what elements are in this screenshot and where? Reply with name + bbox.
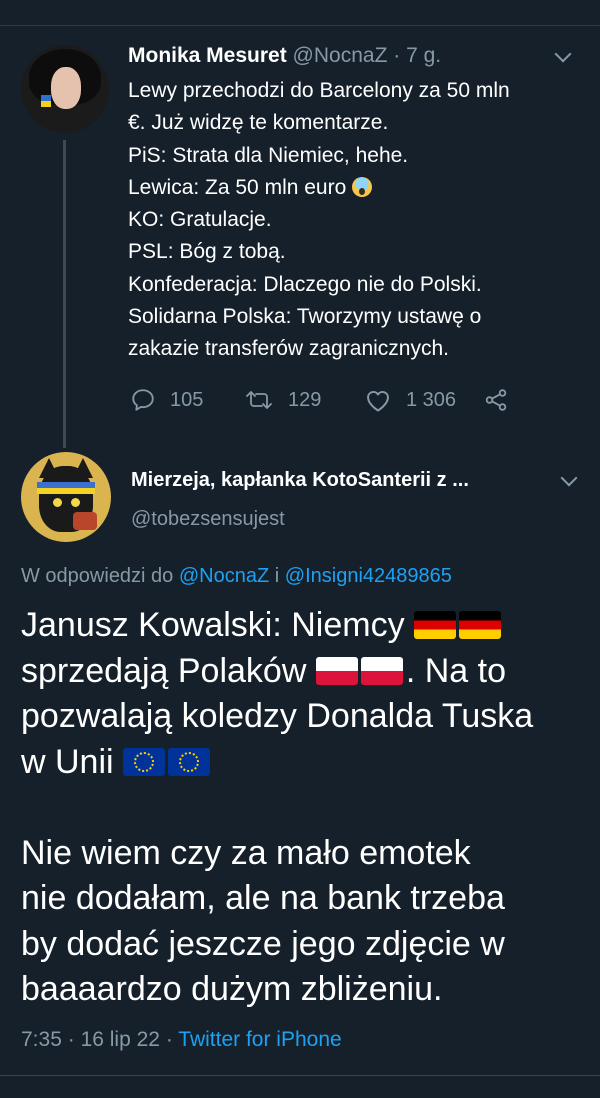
- poland-flag-icon: [315, 656, 358, 685]
- tweet2-menu-chevron-down-icon[interactable]: [560, 469, 578, 487]
- tweet2-line: Nie wiem czy za mało emotek: [21, 833, 471, 872]
- tweet2-author-handle[interactable]: @tobezsensujest: [131, 508, 285, 531]
- tweet2-line: nie dodałam, ale na bank trzeba: [21, 879, 505, 917]
- share-icon: [485, 389, 507, 411]
- tweet1-line: Konfederacja: Dlaczego nie do Polski.: [128, 272, 482, 296]
- tweet1-author-handle[interactable]: @NocnaZ: [293, 44, 388, 67]
- reply-count: 105: [170, 388, 204, 411]
- tweet1-separator: ·: [393, 44, 401, 67]
- tweet2-text: Janusz Kowalski: Niemcy sprzedają Polakó…: [21, 603, 591, 1013]
- eu-flag-icon: [168, 747, 211, 776]
- screaming-face-emoji-icon: [352, 176, 373, 197]
- ukraine-flag-icon-lower: [41, 101, 51, 107]
- cat-eye: [53, 498, 62, 507]
- avatar-face: [51, 67, 81, 109]
- tweet1-line: PiS: Strata dla Niemiec, hehe.: [128, 143, 409, 167]
- top-divider: [0, 25, 600, 26]
- tweet1-action-bar: 105 129 1 306: [128, 383, 548, 417]
- tweet2-line: pozwalają koledzy Donalda Tuska: [21, 697, 534, 735]
- tweet2-metadata: 7:35 · 16 lip 22 · Twitter for iPhone: [21, 1028, 342, 1052]
- like-count: 1 306: [406, 388, 457, 411]
- retweet-count: 129: [288, 388, 322, 411]
- tweet2-line: w Unii: [21, 740, 591, 786]
- tweet2-line: Janusz Kowalski: Niemcy: [21, 603, 591, 649]
- retweet-icon: [246, 391, 272, 409]
- germany-flag-icon: [414, 611, 457, 639]
- tweet1-line: Lewy przechodzi do Barcelony za 50 mln: [128, 79, 510, 102]
- mention-link[interactable]: @Insigni42489865: [285, 565, 452, 587]
- germany-flag-icon: [459, 611, 502, 639]
- tweet2-line-text: sprzedają Polaków: [21, 651, 307, 690]
- avatar-mierzeja[interactable]: [21, 452, 111, 542]
- tweet1-text: Lewy przechodzi do Barcelony za 50 mln €…: [128, 75, 588, 366]
- cat-weapon-icon: [73, 512, 97, 530]
- meta-separator: ·: [67, 1028, 75, 1051]
- replying-to: W odpowiedzi do @NocnaZ i @Insigni424898…: [21, 565, 452, 588]
- retweet-button[interactable]: 129: [244, 383, 321, 417]
- tweet2-line: by dodać jeszcze jego zdjęcie w: [21, 924, 505, 963]
- tweet1-line: PSL: Bóg z tobą.: [128, 240, 286, 264]
- tweet2-time[interactable]: 7:35: [21, 1028, 62, 1051]
- tweet1-line: Lewica: Za 50 mln euro: [128, 175, 347, 199]
- tweet2-line: baaaardzo dużym zbliżeniu.: [21, 970, 443, 1008]
- tweet2-author-name[interactable]: Mierzeja, kapłanka KotoSanterii z ...: [131, 469, 469, 492]
- tweet2-date[interactable]: 16 lip 22: [81, 1028, 160, 1051]
- tweet1-timestamp[interactable]: 7 g.: [406, 44, 441, 67]
- reply-icon: [132, 389, 154, 411]
- mention-link[interactable]: @NocnaZ: [179, 565, 269, 587]
- like-button[interactable]: 1 306: [364, 383, 456, 417]
- tweet1-line: €. Już widzę te komentarze.: [128, 111, 389, 135]
- tweet2-blank-line: [21, 785, 591, 831]
- replying-to-prefix: W odpowiedzi do: [21, 565, 174, 587]
- tweet1-menu-chevron-down-icon[interactable]: [554, 45, 572, 63]
- avatar-monika[interactable]: [21, 45, 109, 133]
- reply-button[interactable]: 105: [130, 383, 203, 417]
- cat-eye: [71, 498, 80, 507]
- poland-flag-icon: [360, 656, 403, 685]
- tweet1-line: Solidarna Polska: Tworzymy ustawę o: [128, 305, 482, 329]
- tweet1-line-with-emoji: Lewica: Za 50 mln euro: [128, 172, 588, 204]
- share-button[interactable]: [483, 383, 523, 417]
- eu-flag-icon: [123, 747, 166, 776]
- tweet1-author-name[interactable]: Monika Mesuret: [128, 44, 287, 67]
- ukraine-headband-icon-lower: [37, 488, 95, 494]
- tweet2-line: sprzedają Polaków . Na to: [21, 649, 591, 695]
- bottom-divider: [0, 1075, 600, 1076]
- tweet2-source-link[interactable]: Twitter for iPhone: [178, 1028, 341, 1051]
- replying-to-joiner: i: [274, 565, 280, 587]
- thread-line: [63, 140, 66, 448]
- tweet2-line-text: Janusz Kowalski: Niemcy: [21, 606, 405, 644]
- tweet2-line-text: w Unii: [21, 742, 114, 781]
- tweet2-line-text: . Na to: [405, 651, 507, 690]
- tweet1-line: zakazie transferów zagranicznych.: [128, 337, 449, 361]
- tweet1-header: Monika Mesuret @NocnaZ · 7 g.: [128, 44, 441, 68]
- tweet1-line: KO: Gratulacje.: [128, 208, 272, 232]
- heart-icon: [367, 391, 389, 412]
- meta-separator: ·: [165, 1028, 173, 1051]
